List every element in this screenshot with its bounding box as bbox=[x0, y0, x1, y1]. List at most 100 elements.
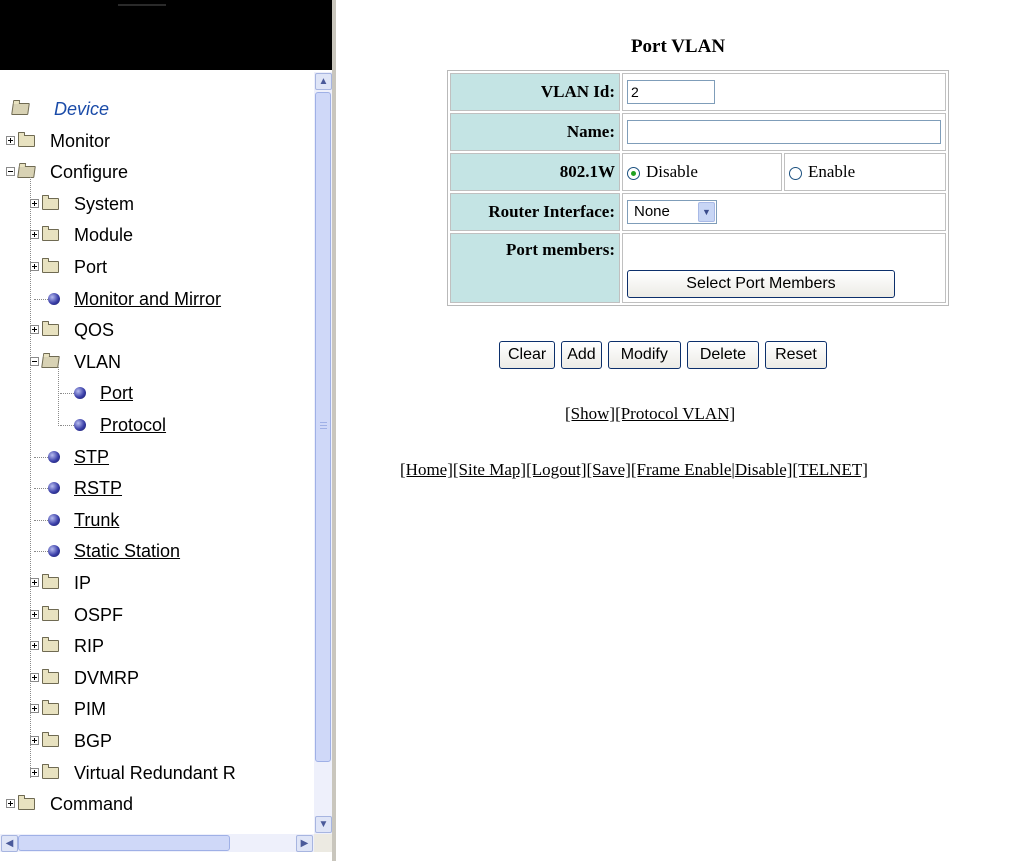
add-button[interactable]: Add bbox=[561, 341, 602, 369]
save-link[interactable]: [Save] bbox=[587, 460, 631, 479]
expand-icon[interactable] bbox=[30, 641, 39, 651]
tree-item-monitor-and-mirror[interactable]: Monitor and Mirror bbox=[0, 286, 314, 312]
tree-item-static-station[interactable]: Static Station bbox=[0, 538, 314, 564]
expand-icon[interactable] bbox=[30, 767, 39, 777]
expand-icon[interactable] bbox=[30, 736, 39, 745]
tree-item-system[interactable]: System bbox=[0, 191, 314, 217]
tree-item-trunk[interactable]: Trunk bbox=[0, 507, 314, 533]
protocol-vlan-link[interactable]: [Protocol VLAN] bbox=[615, 404, 735, 423]
tree-guide bbox=[58, 366, 59, 426]
vlan-id-input[interactable]: 2 bbox=[627, 80, 715, 104]
expand-icon[interactable] bbox=[6, 135, 15, 145]
router-interface-select[interactable]: None ▼ bbox=[627, 200, 717, 224]
modify-button[interactable]: Modify bbox=[607, 341, 681, 369]
tree-item-stp[interactable]: STP bbox=[0, 444, 314, 470]
scroll-up-icon[interactable]: ▲ bbox=[315, 73, 332, 90]
frame-disable-link[interactable]: Disable] bbox=[735, 460, 793, 479]
name-label: Name: bbox=[450, 113, 620, 151]
tree-item-module[interactable]: Module bbox=[0, 222, 314, 248]
name-row: Name: bbox=[450, 113, 946, 151]
tree-item-dvmrp[interactable]: DVMRP bbox=[0, 665, 314, 691]
clear-button[interactable]: Clear bbox=[499, 341, 556, 369]
horizontal-scrollbar[interactable]: ◀ ▶ bbox=[0, 834, 314, 852]
tree-item-label: DVMRP bbox=[74, 667, 140, 688]
tree-item-label: PIM bbox=[74, 699, 107, 720]
enable-radio[interactable] bbox=[789, 166, 802, 180]
port-vlan-form: VLAN Id: 2 Name: 802.1W Disable Enable R… bbox=[447, 70, 949, 306]
telnet-link[interactable]: [TELNET] bbox=[792, 460, 868, 479]
delete-button[interactable]: Delete bbox=[686, 341, 760, 369]
tree-item-command[interactable]: Command bbox=[0, 791, 314, 817]
tree-connector bbox=[34, 519, 48, 521]
chevron-down-icon[interactable]: ▼ bbox=[698, 202, 715, 222]
tree-item-label: IP bbox=[74, 573, 92, 593]
scroll-left-icon[interactable]: ◀ bbox=[1, 835, 18, 852]
expand-icon[interactable] bbox=[30, 230, 39, 240]
tree-item-port[interactable]: Port bbox=[0, 254, 314, 280]
router-interface-value: None bbox=[634, 203, 670, 220]
enable-label: Enable bbox=[808, 162, 856, 181]
scroll-right-icon[interactable]: ▶ bbox=[296, 835, 313, 852]
reset-button[interactable]: Reset bbox=[765, 341, 827, 369]
tree-connector bbox=[34, 488, 48, 490]
logo-banner bbox=[0, 0, 332, 70]
scroll-down-icon[interactable]: ▼ bbox=[315, 816, 332, 833]
folder-icon bbox=[42, 194, 59, 210]
tree-item-ip[interactable]: IP bbox=[0, 570, 314, 596]
folder-icon bbox=[42, 258, 59, 273]
tree-item-vlan[interactable]: VLAN bbox=[0, 349, 314, 375]
page-title: Port VLAN bbox=[630, 36, 726, 57]
expand-icon[interactable] bbox=[30, 262, 39, 271]
folder-icon bbox=[42, 226, 59, 242]
tree-connector bbox=[34, 551, 48, 553]
bullet-icon bbox=[48, 545, 60, 558]
show-link[interactable]: [Show] bbox=[565, 404, 615, 423]
tree-item-label: Trunk bbox=[74, 509, 120, 530]
folder-icon bbox=[42, 321, 59, 337]
expand-icon[interactable] bbox=[6, 799, 15, 809]
vertical-scrollbar[interactable]: ▲ ▼ bbox=[314, 72, 332, 834]
router-interface-label: Router Interface: bbox=[450, 193, 620, 231]
folder-icon bbox=[42, 700, 59, 716]
expand-icon[interactable] bbox=[30, 704, 39, 714]
tree-item-rip[interactable]: RIP bbox=[0, 633, 314, 659]
tree-item-qos[interactable]: QOS bbox=[0, 317, 314, 343]
horizontal-scroll-thumb[interactable] bbox=[18, 835, 230, 851]
disable-label: Disable bbox=[646, 162, 698, 181]
vertical-scroll-thumb[interactable] bbox=[315, 92, 331, 762]
collapse-icon[interactable] bbox=[6, 167, 15, 177]
tree-item-label: Static Station bbox=[74, 541, 181, 562]
tree-item-pim[interactable]: PIM bbox=[0, 696, 314, 722]
tree-item-virtual-redundant-r[interactable]: Virtual Redundant R bbox=[0, 760, 314, 786]
tree-item-monitor[interactable]: Monitor bbox=[0, 128, 314, 154]
tree-item-ospf[interactable]: OSPF bbox=[0, 602, 314, 628]
expand-icon[interactable] bbox=[30, 609, 39, 619]
content-frame: Port VLAN VLAN Id: 2 Name: 802.1W Disabl… bbox=[340, 0, 1009, 861]
tree-item-label: Command bbox=[50, 794, 134, 815]
tree-guide bbox=[30, 177, 31, 778]
expand-icon[interactable] bbox=[30, 578, 39, 587]
disable-radio[interactable] bbox=[627, 166, 640, 180]
collapse-icon[interactable] bbox=[30, 356, 39, 366]
select-port-members-button[interactable]: Select Port Members bbox=[627, 270, 895, 298]
expand-icon[interactable] bbox=[30, 672, 39, 682]
home-link[interactable]: [Home] bbox=[400, 460, 453, 479]
tree-item-label: BGP bbox=[74, 731, 113, 751]
scroll-corner bbox=[314, 834, 332, 852]
tree-item-configure[interactable]: Configure bbox=[0, 159, 314, 185]
tree-root[interactable]: Device bbox=[0, 96, 300, 122]
frame-enable-link[interactable]: [Frame Enable bbox=[631, 460, 732, 479]
tree-item-bgp[interactable]: BGP bbox=[0, 728, 314, 754]
tree-item-port[interactable]: Port bbox=[0, 380, 314, 406]
logout-link[interactable]: [Logout] bbox=[526, 460, 586, 479]
tree-item-label: VLAN bbox=[74, 351, 122, 372]
802-1w-row: 802.1W Disable Enable bbox=[450, 153, 946, 191]
navigation-tree: Device Monitor Configure System Module Port Mo… bbox=[0, 72, 314, 834]
tree-item-rstp[interactable]: RSTP bbox=[0, 475, 314, 501]
bullet-icon bbox=[48, 450, 60, 463]
tree-item-protocol[interactable]: Protocol bbox=[0, 412, 314, 438]
name-input[interactable] bbox=[627, 120, 941, 144]
expand-icon[interactable] bbox=[30, 198, 39, 208]
expand-icon[interactable] bbox=[30, 325, 39, 335]
site-map-link[interactable]: [Site Map] bbox=[453, 460, 526, 479]
